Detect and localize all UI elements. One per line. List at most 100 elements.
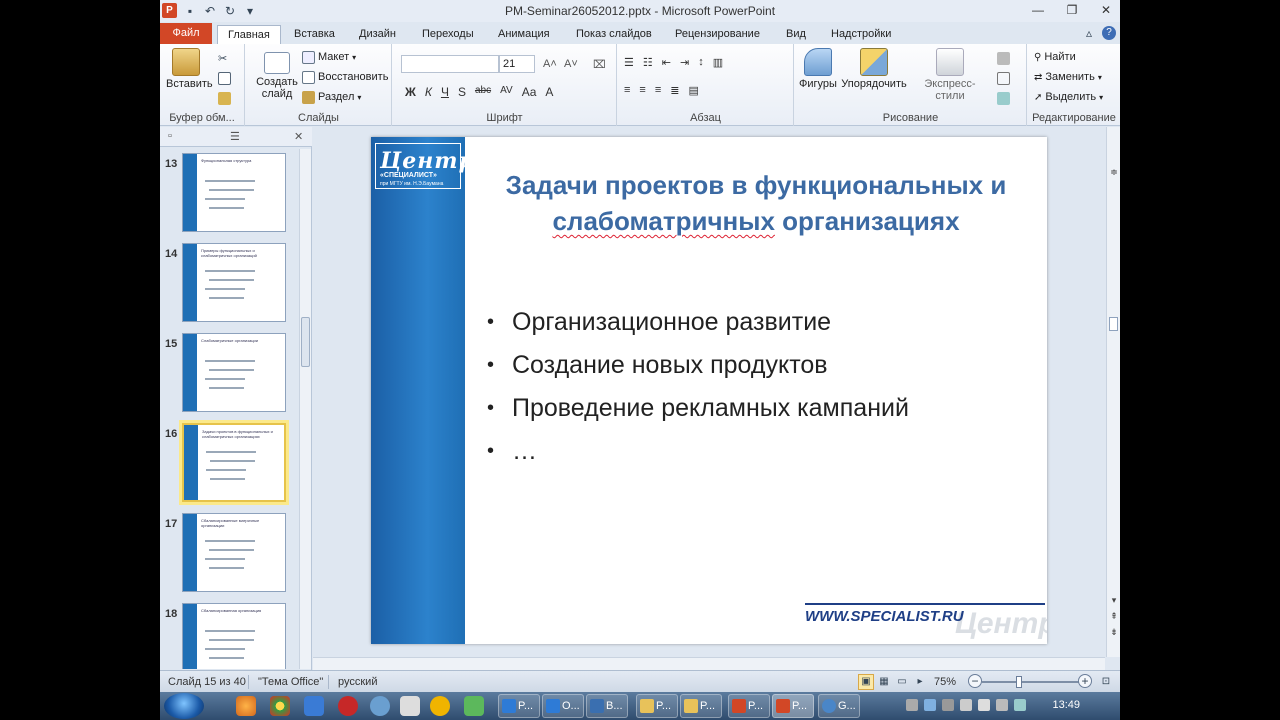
tray-icon[interactable] xyxy=(942,699,954,711)
slide-thumbnail[interactable]: Функциональная структура xyxy=(182,153,286,232)
decrease-indent-icon[interactable]: ⇤ xyxy=(662,56,671,69)
firefox-icon[interactable] xyxy=(236,696,256,716)
slide-scroll-thumb[interactable] xyxy=(1109,317,1118,331)
font-size-combo[interactable]: 21 xyxy=(499,55,535,73)
layout-button[interactable]: Макет ▾ xyxy=(302,49,356,65)
slide-title[interactable]: Задачи проектов в функциональных и слабо… xyxy=(471,167,1041,239)
font-name-combo[interactable] xyxy=(401,55,499,73)
shadow-button[interactable]: S xyxy=(458,85,466,99)
slide-vertical-scrollbar[interactable]: ≑ ▾ ⇞ ⇟ xyxy=(1106,127,1120,657)
section-button[interactable]: Раздел ▾ xyxy=(302,89,361,105)
task-ie-2[interactable]: O... xyxy=(542,694,584,718)
media-icon[interactable] xyxy=(430,696,450,716)
align-left-icon[interactable]: ≡ xyxy=(624,84,630,97)
arrange-button[interactable]: Упорядочить xyxy=(839,48,909,90)
clear-format-button[interactable]: ⌧ xyxy=(593,56,606,72)
zoom-in-icon[interactable]: + xyxy=(1078,674,1092,688)
zoom-level[interactable]: 75% xyxy=(934,676,956,688)
volume-icon[interactable] xyxy=(978,699,990,711)
outline-tab-icon[interactable]: ☰ xyxy=(230,130,240,143)
panel-scroll-thumb[interactable] xyxy=(301,317,310,367)
tab-home[interactable]: Главная xyxy=(217,25,281,44)
quick-styles-button[interactable]: Экспресс-стили xyxy=(911,48,989,102)
tray-icon[interactable] xyxy=(996,699,1008,711)
strikethrough-button[interactable]: abc xyxy=(475,85,491,99)
format-painter-button[interactable] xyxy=(218,90,231,106)
bullets-icon[interactable]: ☰ xyxy=(624,56,634,69)
tab-view[interactable]: Вид xyxy=(786,25,806,44)
bullet-list[interactable]: • Организационное развитие • Создание новы… xyxy=(487,301,909,473)
task-app[interactable]: G... xyxy=(818,694,860,718)
tab-animations[interactable]: Анимация xyxy=(498,25,550,44)
slide-thumbnail[interactable]: Задачи проектов в функциональных и слабо… xyxy=(182,423,286,502)
select-button[interactable]: ➚ Выделить ▾ xyxy=(1034,89,1103,105)
zoom-slider[interactable] xyxy=(982,681,1082,683)
theme-name[interactable]: "Тема Office" xyxy=(258,676,323,688)
language-indicator[interactable]: русский xyxy=(338,676,377,688)
slides-tab-icon[interactable]: ▫ xyxy=(168,130,172,142)
zoom-slider-knob[interactable] xyxy=(1016,676,1022,688)
network-tray-icon[interactable] xyxy=(960,699,972,711)
start-button[interactable] xyxy=(164,693,204,719)
slide-sorter-icon[interactable]: ▦ xyxy=(876,674,892,690)
change-case-button[interactable]: Aa xyxy=(522,85,537,99)
tab-insert[interactable]: Вставка xyxy=(294,25,335,44)
tab-addins[interactable]: Надстройки xyxy=(831,25,891,44)
underline-button[interactable]: Ч xyxy=(441,85,449,99)
find-button[interactable]: ⚲ Найти xyxy=(1034,49,1076,65)
replace-button[interactable]: ⇄ Заменить ▾ xyxy=(1034,69,1102,85)
tray-icon[interactable] xyxy=(1014,699,1026,711)
tab-design[interactable]: Дизайн xyxy=(359,25,396,44)
bold-button[interactable]: Ж xyxy=(405,85,416,99)
justify-icon[interactable]: ≣ xyxy=(670,84,679,97)
taskbar-clock[interactable]: 13:49 xyxy=(1052,699,1080,711)
new-slide-button[interactable]: Создать слайд xyxy=(254,48,300,100)
scroll-down-icon[interactable]: ▾ xyxy=(1108,595,1120,606)
columns-icon[interactable]: ▥ xyxy=(713,56,723,69)
paste-button[interactable]: Вставить xyxy=(166,48,213,90)
notes-pane-edge[interactable] xyxy=(313,657,1105,670)
increase-indent-icon[interactable]: ⇥ xyxy=(680,56,689,69)
cut-button[interactable]: ✂ xyxy=(218,50,231,66)
panel-scrollbar[interactable] xyxy=(299,149,311,669)
next-slide-icon[interactable]: ⇟ xyxy=(1108,627,1120,638)
italic-button[interactable]: К xyxy=(425,85,432,99)
minimize-ribbon-icon[interactable]: ▵ xyxy=(1082,26,1096,40)
zoom-out-icon[interactable]: − xyxy=(968,674,982,688)
spacing-button[interactable]: AV xyxy=(500,85,513,99)
app-icon[interactable] xyxy=(304,696,324,716)
shape-fill-button[interactable] xyxy=(997,50,1010,66)
slideshow-view-icon[interactable]: ▸ xyxy=(912,674,928,690)
tab-slideshow[interactable]: Показ слайдов xyxy=(576,25,652,44)
slide-thumbnail[interactable]: Примеры функциональных и слабоматричных … xyxy=(182,243,286,322)
align-right-icon[interactable]: ≡ xyxy=(655,84,661,97)
slide-thumbnail[interactable]: Слабоматричные организации xyxy=(182,333,286,412)
explorer-icon[interactable] xyxy=(400,696,420,716)
task-folder-2[interactable]: P... xyxy=(680,694,722,718)
minimize-button[interactable]: — xyxy=(1030,2,1046,18)
opera-icon[interactable] xyxy=(338,696,358,716)
close-button[interactable]: ✕ xyxy=(1098,2,1114,18)
network-icon[interactable] xyxy=(370,696,390,716)
copy-button[interactable] xyxy=(218,70,231,86)
reading-view-icon[interactable]: ▭ xyxy=(894,674,910,690)
close-panel-icon[interactable]: ✕ xyxy=(294,130,303,143)
previous-slide-icon[interactable]: ⇞ xyxy=(1108,611,1120,622)
tray-icon[interactable] xyxy=(924,699,936,711)
shape-effects-button[interactable] xyxy=(997,90,1010,106)
tab-file[interactable]: Файл xyxy=(160,23,212,44)
restore-button[interactable]: ❐ xyxy=(1064,2,1080,18)
grow-font-button[interactable]: A˄ xyxy=(543,56,557,72)
shape-outline-button[interactable] xyxy=(997,70,1010,86)
help-icon[interactable]: ? xyxy=(1102,26,1116,40)
task-window[interactable]: B... xyxy=(586,694,628,718)
fit-to-window-icon[interactable]: ⊡ xyxy=(1098,674,1114,690)
tab-transitions[interactable]: Переходы xyxy=(422,25,474,44)
task-folder[interactable]: P... xyxy=(636,694,678,718)
normal-view-icon[interactable]: ▣ xyxy=(858,674,874,690)
line-spacing-icon[interactable]: ↕ xyxy=(698,56,704,69)
slide-thumbnail[interactable]: Сбалансированные матричные организации xyxy=(182,513,286,592)
task-ie[interactable]: P... xyxy=(498,694,540,718)
reset-button[interactable]: Восстановить xyxy=(302,69,388,85)
current-slide[interactable]: Центр «СПЕЦИАЛИСТ» при МГТУ им. Н.Э.Баум… xyxy=(371,137,1047,644)
